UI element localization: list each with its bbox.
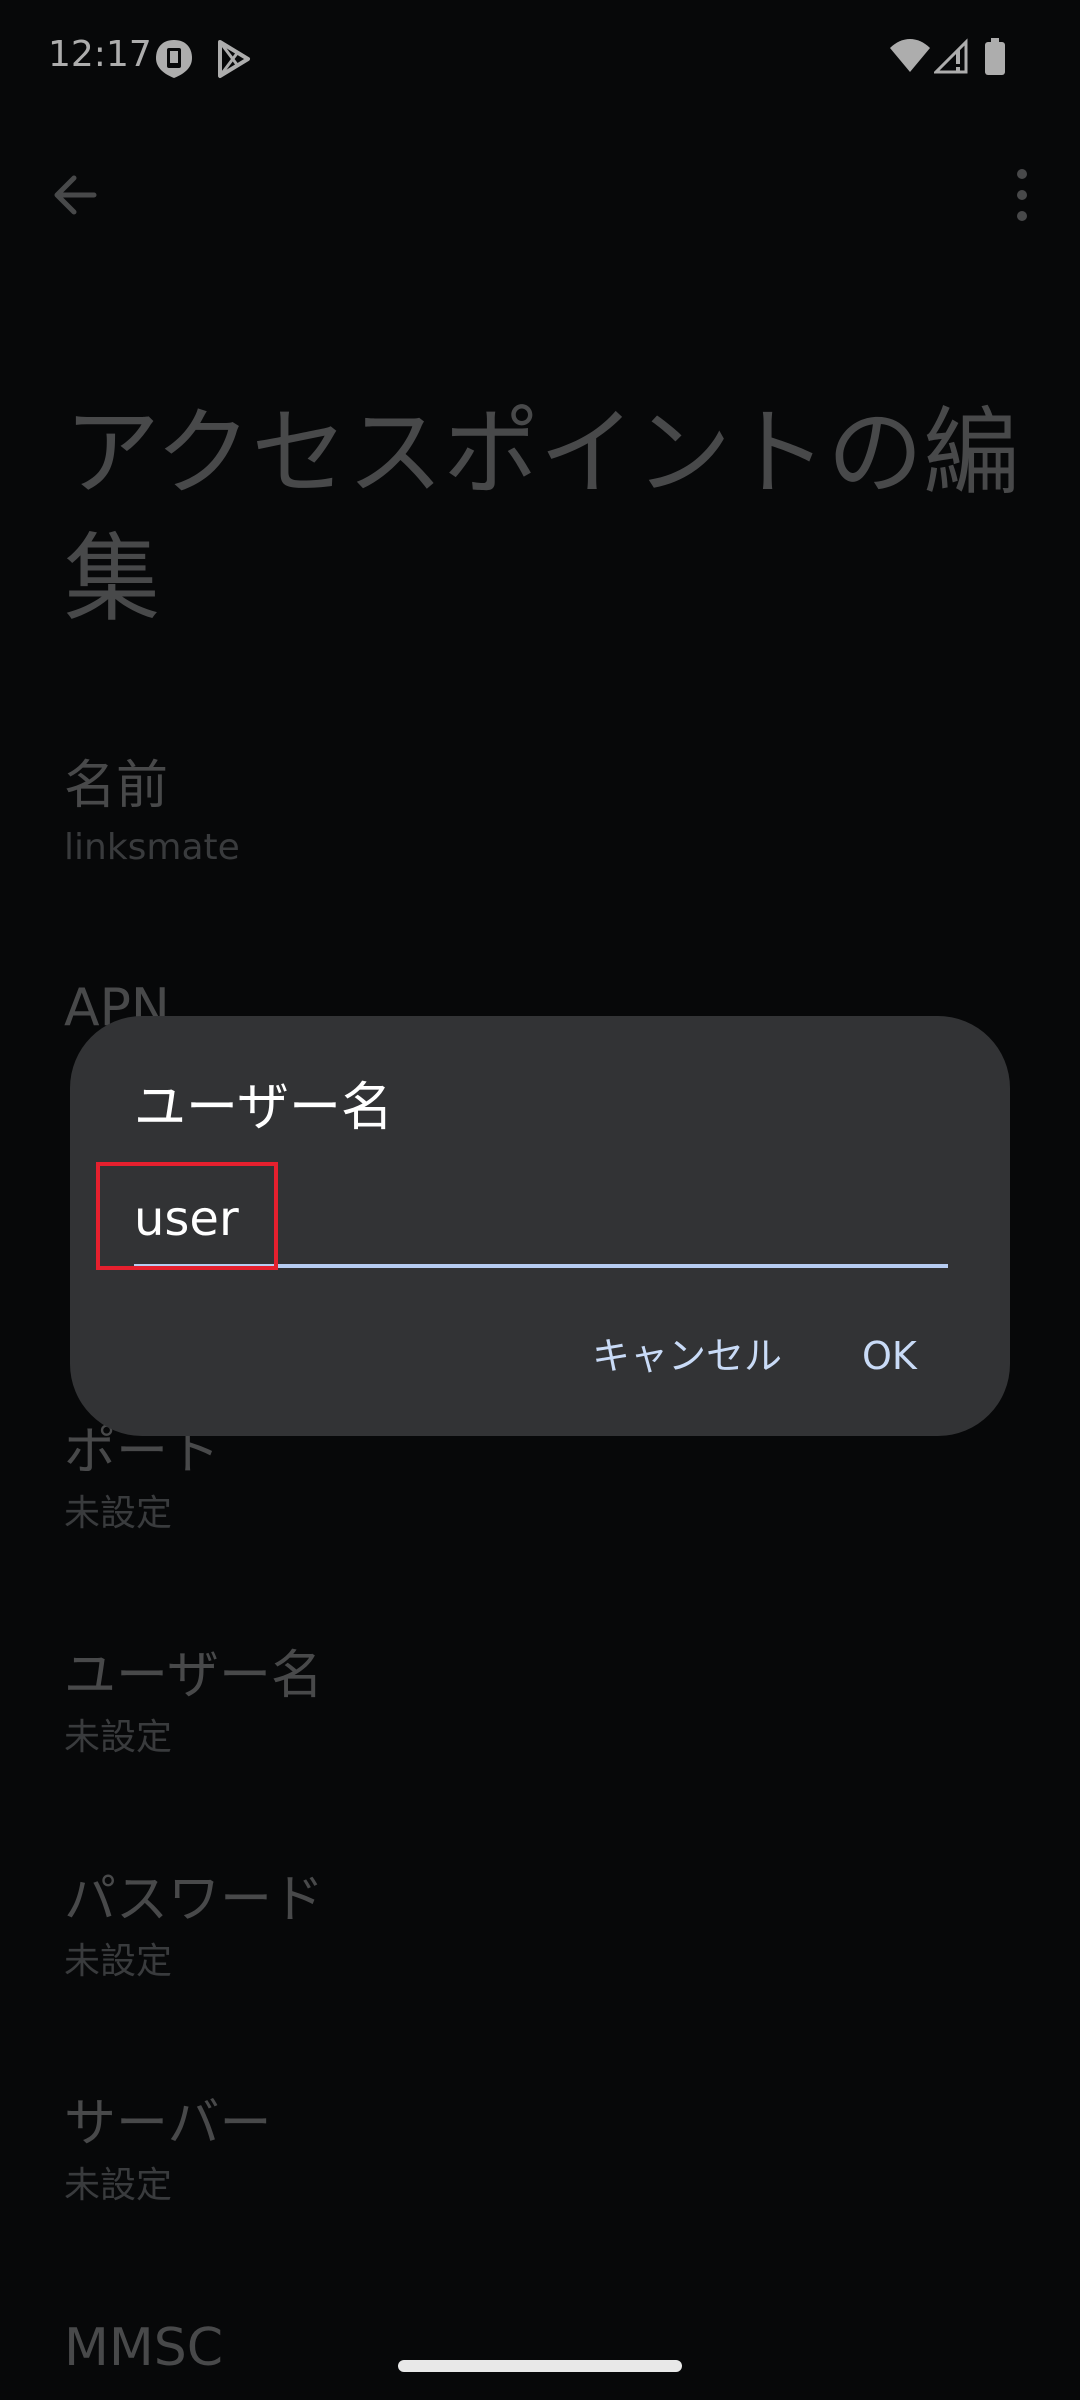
dialog-title: ユーザー名 [134,1078,393,1138]
username-dialog: ユーザー名 キャンセル OK [70,1016,1010,1436]
username-input[interactable] [134,1174,948,1268]
cancel-button[interactable]: キャンセル [580,1316,794,1396]
ok-button[interactable]: OK [850,1316,929,1396]
home-indicator[interactable] [398,2360,682,2372]
